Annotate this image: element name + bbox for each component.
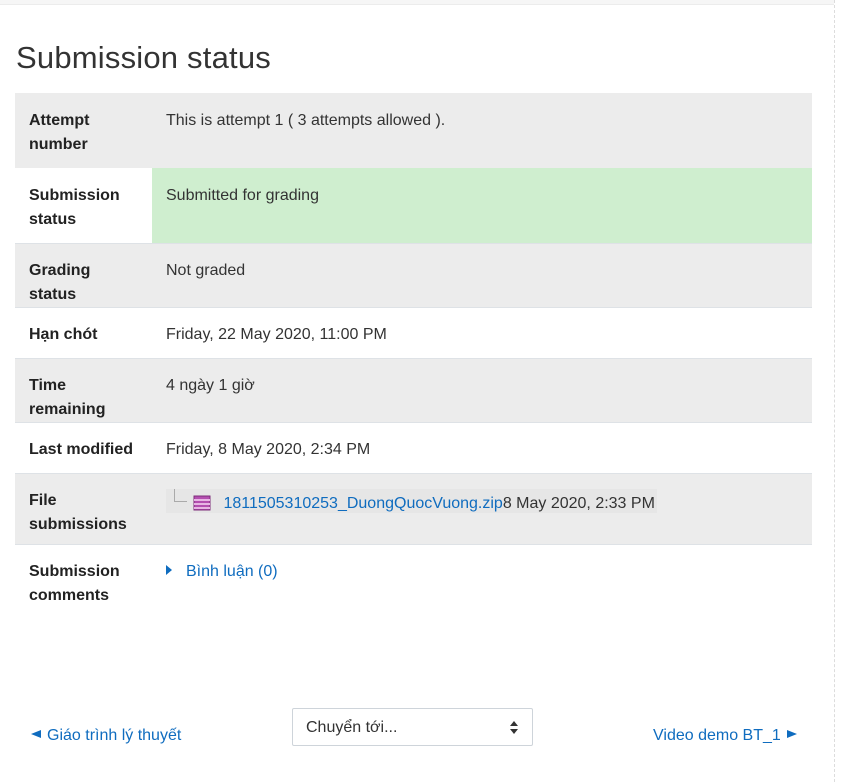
arrow-left-icon	[31, 730, 41, 738]
arrow-right-icon	[786, 730, 797, 738]
submission-status-table: Attempt number This is attempt 1 ( 3 att…	[15, 93, 812, 624]
page-title: Submission status	[16, 40, 271, 75]
row-label: File submissions	[15, 472, 152, 544]
caret-right-icon	[166, 564, 172, 575]
row-label: Time remaining	[15, 357, 152, 422]
table-row: Grading status Not graded	[15, 242, 812, 307]
submitted-file-link[interactable]: 1811505310253_DuongQuocVuong.zip	[223, 495, 502, 512]
submission-status-value: Submitted for grading	[152, 168, 812, 243]
jump-to-selected-value: Chuyển tới...	[306, 719, 398, 736]
tree-connector	[174, 488, 187, 502]
file-date: 8 May 2020, 2:33 PM	[502, 494, 655, 512]
row-label: Submission comments	[15, 543, 152, 624]
next-activity-label: Video demo BT_1	[653, 727, 781, 744]
attempt-number-value: This is attempt 1 ( 3 attempts allowed )…	[152, 93, 812, 168]
table-row: Submission status Submitted for grading	[15, 168, 812, 243]
row-label: Submission status	[15, 168, 152, 243]
file-submissions-value: 1811505310253_DuongQuocVuong.zip8 May 20…	[152, 472, 812, 544]
row-label: Hạn chót	[15, 306, 152, 358]
previous-activity-label: Giáo trình lý thuyết	[47, 727, 182, 744]
next-activity-link[interactable]: Video demo BT_1	[653, 727, 797, 745]
row-label: Attempt number	[15, 93, 152, 168]
table-row: Last modified Friday, 8 May 2020, 2:34 P…	[15, 421, 812, 473]
zip-file-icon	[193, 495, 211, 519]
table-row: Time remaining 4 ngày 1 giờ	[15, 357, 812, 422]
last-modified-value: Friday, 8 May 2020, 2:34 PM	[152, 421, 812, 473]
table-row: Submission comments Bình luận (0)	[15, 543, 812, 624]
deadline-value: Friday, 22 May 2020, 11:00 PM	[152, 306, 812, 358]
table-row: Hạn chót Friday, 22 May 2020, 11:00 PM	[15, 306, 812, 358]
time-remaining-value: 4 ngày 1 giờ	[152, 357, 812, 422]
jump-to-select[interactable]: Chuyển tới...	[292, 708, 533, 746]
comments-link-label: Bình luận (0)	[186, 562, 278, 580]
row-label: Last modified	[15, 421, 152, 473]
table-row: File submissions 1811505310253_DuongQuoc…	[15, 472, 812, 544]
comments-toggle-link[interactable]: Bình luận (0)	[166, 563, 278, 580]
table-row: Attempt number This is attempt 1 ( 3 att…	[15, 93, 812, 168]
select-arrows-icon	[510, 721, 518, 735]
row-label: Grading status	[15, 242, 152, 307]
file-entry: 1811505310253_DuongQuocVuong.zip8 May 20…	[166, 488, 657, 513]
previous-activity-link[interactable]: Giáo trình lý thuyết	[31, 727, 181, 745]
grading-status-value: Not graded	[152, 242, 812, 307]
top-strip	[0, 0, 834, 5]
page-scrollbar[interactable]	[834, 0, 843, 782]
submission-comments-value: Bình luận (0)	[152, 543, 812, 624]
